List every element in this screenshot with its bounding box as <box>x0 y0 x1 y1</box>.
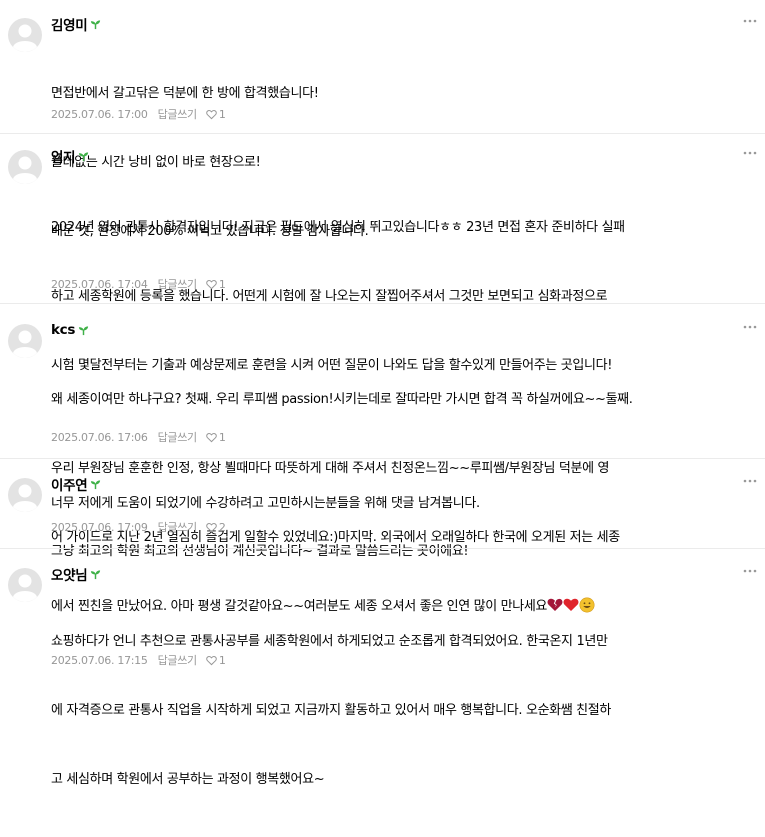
comment-header: 김영미 <box>51 14 101 34</box>
comment-line: 그냥 최고의 학원 최고의 선생님이 계신곳입니다~ 결과로 말씀드리는 곳이에… <box>51 544 469 559</box>
comment-meta: 2025.07.06. 17:00 답글쓰기 1 <box>51 106 226 122</box>
more-options-icon[interactable] <box>740 146 760 160</box>
author-name[interactable]: 엄지 <box>51 146 76 166</box>
sprout-icon <box>91 479 101 489</box>
like-button[interactable]: 1 <box>206 278 226 291</box>
like-button[interactable]: 1 <box>206 654 226 667</box>
comment-divider <box>0 133 765 134</box>
default-profile-icon[interactable] <box>8 150 42 184</box>
like-count: 1 <box>218 107 226 121</box>
reply-button[interactable]: 답글쓰기 <box>158 429 198 445</box>
sprout-icon <box>79 151 89 161</box>
comment-date: 2025.07.06. 17:09 <box>51 520 148 534</box>
comment-line: 면접반에서 갈고닦은 덕분에 한 방에 합격했습니다! <box>51 86 319 101</box>
author-name[interactable]: 오얏님 <box>51 564 88 584</box>
more-options-icon[interactable] <box>740 14 760 28</box>
sprout-icon <box>91 569 101 579</box>
reply-button[interactable]: 답글쓰기 <box>158 519 198 535</box>
heart-outline-icon <box>206 655 217 665</box>
like-button[interactable]: 1 <box>206 108 226 121</box>
heart-outline-icon <box>206 109 217 119</box>
reply-button[interactable]: 답글쓰기 <box>158 652 198 668</box>
comment-divider <box>0 303 765 304</box>
default-profile-icon[interactable] <box>8 568 42 602</box>
author-name[interactable]: kcs <box>51 322 75 338</box>
comment-line: 쇼핑하다가 언니 추천으로 관통사공부를 세종학원에서 하게되었고 순조롭게 합… <box>51 634 608 649</box>
comment-line: 왜 세종이여만 하냐구요? 첫째. 우리 루피쌤 passion!시키는데로 잘… <box>51 392 633 407</box>
heart-outline-icon <box>206 522 217 532</box>
reply-button[interactable]: 답글쓰기 <box>158 106 198 122</box>
comment-divider <box>0 458 765 459</box>
more-options-icon[interactable] <box>740 564 760 578</box>
default-profile-icon[interactable] <box>8 18 42 52</box>
default-profile-icon[interactable] <box>8 478 42 512</box>
comment-header: 엄지 <box>51 146 89 166</box>
sprout-icon <box>91 19 101 29</box>
more-options-icon[interactable] <box>740 320 760 334</box>
like-button[interactable]: 1 <box>206 431 226 444</box>
like-count: 2 <box>218 520 226 534</box>
comment-meta: 2025.07.06. 17:15 답글쓰기 1 <box>51 652 226 668</box>
heart-outline-icon <box>206 432 217 442</box>
reply-button[interactable]: 답글쓰기 <box>158 276 198 292</box>
comment-line: 2024년 영어 관통사 합격자입니다! 지금은 필드에서 열심히 뛰고있습니다… <box>51 220 625 235</box>
comment-date: 2025.07.06. 17:06 <box>51 430 148 444</box>
comment-item: 엄지 2024년 영어 관통사 합격자입니다! 지금은 필드에서 열심히 뛰고있… <box>0 144 765 511</box>
default-profile-icon[interactable] <box>8 324 42 358</box>
like-count: 1 <box>218 653 226 667</box>
like-count: 1 <box>218 277 226 291</box>
comment-divider <box>0 548 765 549</box>
comment-date: 2025.07.06. 17:00 <box>51 107 148 121</box>
comment-meta: 2025.07.06. 17:09 답글쓰기 2 <box>51 519 226 535</box>
comment-item: 김영미 면접반에서 갈고닦은 덕분에 한 방에 합격했습니다! 쓸데없는 시간 … <box>0 12 765 239</box>
comment-item: kcs 왜 세종이여만 하냐구요? 첫째. 우리 루피쌤 passion!시키는… <box>0 318 765 614</box>
like-button[interactable]: 2 <box>206 521 226 534</box>
author-name[interactable]: 김영미 <box>51 14 88 34</box>
author-name[interactable]: 이주연 <box>51 474 88 494</box>
comment-text: 쇼핑하다가 언니 추천으로 관통사공부를 세종학원에서 하게되었고 순조롭게 합… <box>51 584 743 837</box>
comment-item: 이주연 그냥 최고의 학원 최고의 선생님이 계신곳입니다~ 결과로 말씀드리는… <box>0 472 765 559</box>
comment-line: 고 세심하며 학원에서 공부하는 과정이 행복했어요~ <box>51 772 325 787</box>
comment-header: kcs <box>51 320 89 340</box>
heart-outline-icon <box>206 279 217 289</box>
comment-meta: 2025.07.06. 17:06 답글쓰기 1 <box>51 429 226 445</box>
comment-header: 이주연 <box>51 474 101 494</box>
comment-date: 2025.07.06. 17:15 <box>51 653 148 667</box>
comment-meta: 2025.07.06. 17:04 답글쓰기 1 <box>51 276 226 292</box>
more-options-icon[interactable] <box>740 474 760 488</box>
comment-line: 에 자격증으로 관통사 직업을 시작하게 되었고 지금까지 활동하고 있어서 매… <box>51 703 612 718</box>
comment-item: 오얏님 쇼핑하다가 언니 추천으로 관통사공부를 세종학원에서 하게되었고 순조… <box>0 562 765 787</box>
comment-header: 오얏님 <box>51 564 101 584</box>
sprout-icon <box>79 325 89 335</box>
comment-date: 2025.07.06. 17:04 <box>51 277 148 291</box>
like-count: 1 <box>218 430 226 444</box>
